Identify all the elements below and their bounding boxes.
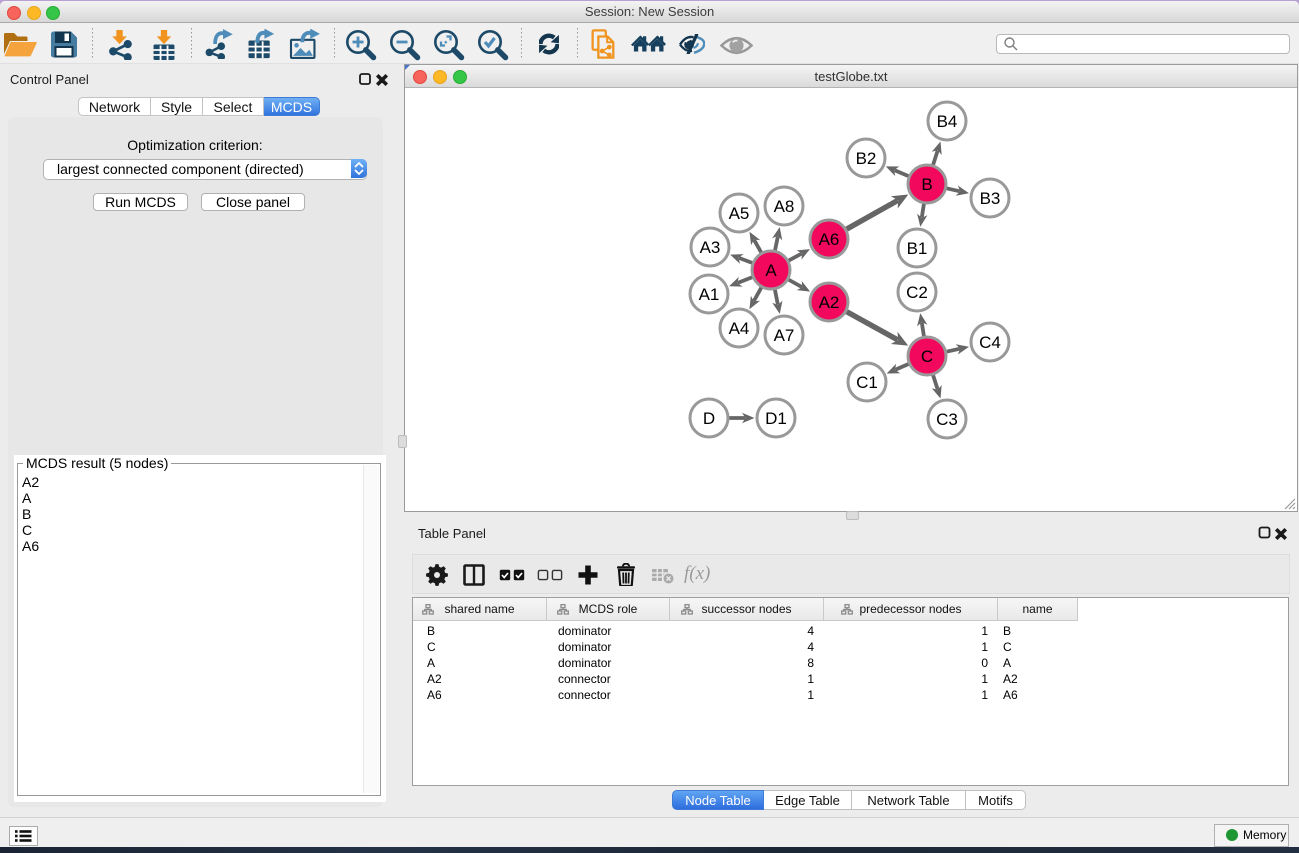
svg-text:A6: A6	[819, 230, 840, 249]
svg-text:C3: C3	[936, 410, 958, 429]
svg-text:C: C	[921, 347, 933, 366]
svg-text:A4: A4	[729, 319, 750, 338]
svg-text:B4: B4	[937, 112, 958, 131]
svg-text:A5: A5	[729, 204, 750, 223]
svg-text:B1: B1	[907, 239, 928, 258]
svg-text:D: D	[703, 409, 715, 428]
svg-text:A3: A3	[700, 238, 721, 257]
svg-text:A8: A8	[774, 197, 795, 216]
svg-text:D1: D1	[765, 409, 787, 428]
svg-text:C4: C4	[979, 333, 1001, 352]
svg-text:C1: C1	[856, 373, 878, 392]
svg-text:A1: A1	[699, 285, 720, 304]
svg-text:B: B	[921, 175, 932, 194]
svg-text:B2: B2	[856, 149, 877, 168]
svg-text:B3: B3	[980, 189, 1001, 208]
svg-text:C2: C2	[906, 283, 928, 302]
svg-text:A7: A7	[774, 326, 795, 345]
svg-text:A: A	[765, 261, 777, 280]
svg-text:A2: A2	[819, 293, 840, 312]
